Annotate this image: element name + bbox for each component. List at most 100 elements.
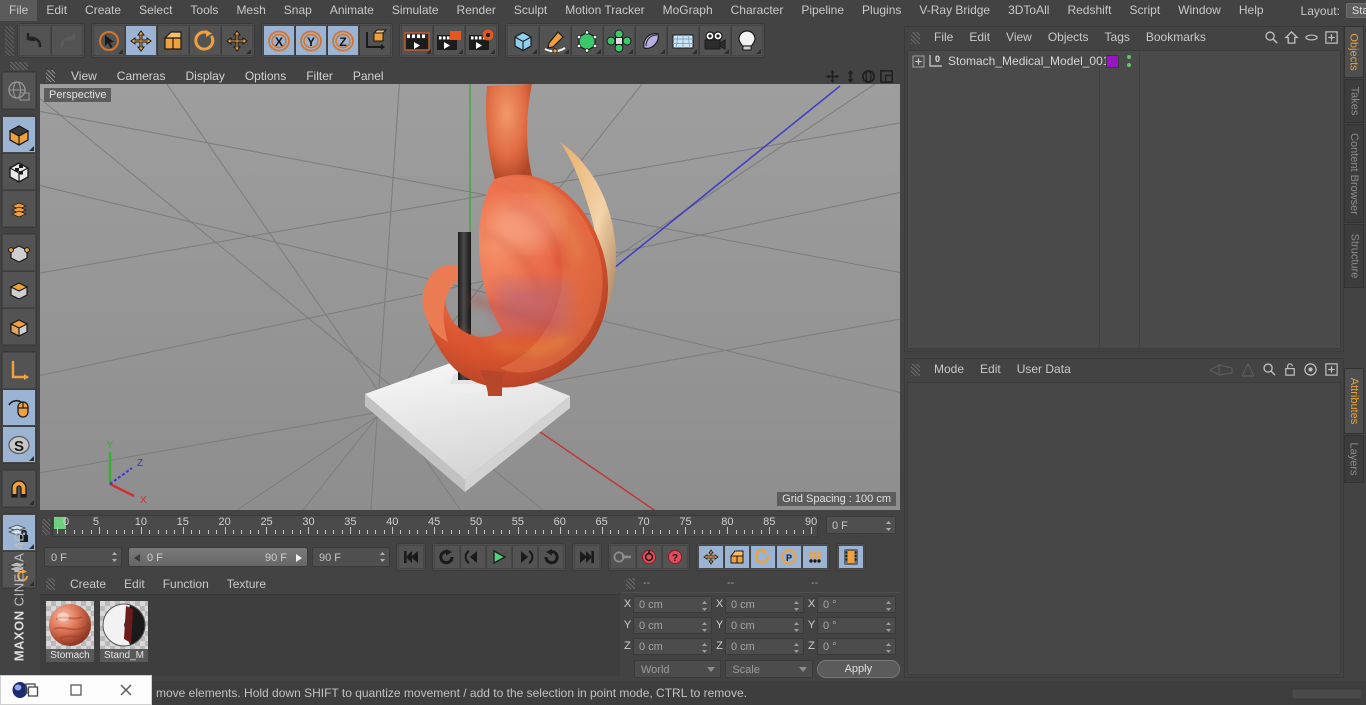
viewport-3d[interactable]: Y X Z Perspective Grid Spacing : 100 cm (40, 84, 900, 510)
menu-item-render[interactable]: Render (448, 0, 505, 21)
render-region-button[interactable] (433, 25, 465, 56)
play-forwards-loop-button[interactable] (538, 545, 564, 569)
viewport-menu-options[interactable]: Options (235, 66, 296, 86)
tab-objects[interactable]: Objects (1344, 26, 1364, 78)
size-x-input[interactable]: 0 cm (725, 595, 804, 613)
redo-button[interactable] (51, 25, 83, 56)
visibility-dots-icon[interactable] (1126, 54, 1132, 68)
object-mode-button[interactable] (2, 308, 36, 345)
object-manager-grip[interactable] (911, 31, 920, 44)
rotation-x-input[interactable]: 0 ° (817, 595, 896, 613)
move-button[interactable] (125, 25, 157, 56)
timeline-track[interactable]: 0 5 10 15 20 25 30 35 40 45 50 55 60 65 70 75 80 85 90 (52, 515, 818, 537)
menu-item-pipeline[interactable]: Pipeline (792, 0, 853, 21)
null-object-icon[interactable]: 0 (928, 54, 944, 68)
window-controls-popup[interactable] (0, 675, 152, 705)
coordinate-system-dropdown[interactable]: World (634, 660, 722, 678)
world-coordinate-button[interactable] (359, 25, 391, 56)
menu-item-file[interactable]: File (0, 0, 38, 21)
object-menu-objects[interactable]: Objects (1040, 27, 1097, 48)
menu-item-redshift[interactable]: Redshift (1058, 0, 1120, 21)
menu-item-help[interactable]: Help (1230, 0, 1273, 21)
stomach-material-preview[interactable] (46, 601, 94, 649)
back-nav-icon[interactable] (1208, 363, 1234, 377)
viewport-grip[interactable] (46, 70, 55, 82)
search-icon[interactable] (1264, 30, 1279, 45)
coordinate-mode-dropdown[interactable]: Scale (725, 660, 813, 678)
range-left-arrow-icon[interactable] (133, 553, 143, 563)
layout-select[interactable]: Startup (1345, 3, 1366, 18)
z-axis-button[interactable]: Z (327, 25, 359, 56)
record-key-button[interactable] (610, 545, 636, 569)
menu-item-character[interactable]: Character (722, 0, 793, 21)
spinner-icon[interactable] (793, 621, 800, 633)
undo-button[interactable] (19, 25, 51, 56)
position-z-input[interactable]: 0 cm (633, 637, 712, 655)
attribute-menu-user-data[interactable]: User Data (1009, 359, 1079, 380)
spinner-icon[interactable] (885, 621, 892, 633)
menu-item-snap[interactable]: Snap (275, 0, 321, 21)
make-editable-button[interactable] (2, 72, 36, 109)
menu-item-edit[interactable]: Edit (37, 0, 76, 21)
forward-nav-icon[interactable] (1240, 362, 1256, 377)
left-toolbar-grip[interactable] (10, 62, 28, 70)
viewport-menu-display[interactable]: Display (175, 66, 234, 86)
y-axis-button[interactable]: Y (295, 25, 327, 56)
maximize-view-icon[interactable] (879, 69, 894, 84)
go-to-start-button[interactable] (398, 545, 424, 569)
material-menu-function[interactable]: Function (154, 574, 218, 594)
position-x-input[interactable]: 0 cm (633, 595, 712, 613)
attribute-content[interactable] (907, 382, 1341, 675)
tab-takes[interactable]: Takes (1344, 79, 1364, 123)
material-list[interactable]: Stomach Stand_M (40, 594, 620, 676)
viewport-menu-view[interactable]: View (61, 66, 107, 86)
size-y-input[interactable]: 0 cm (725, 616, 804, 634)
material-menu-texture[interactable]: Texture (218, 574, 275, 594)
rotate-key-button[interactable] (750, 545, 776, 569)
expand-icon[interactable] (1324, 30, 1339, 45)
scale-button[interactable] (157, 25, 189, 56)
toolbar-grip[interactable] (5, 25, 14, 56)
spinner-icon[interactable] (885, 600, 892, 612)
material-manager-grip[interactable] (46, 578, 55, 590)
spinner-icon[interactable] (885, 642, 892, 654)
position-y-input[interactable]: 0 cm (633, 616, 712, 634)
menu-item-plugins[interactable]: Plugins (853, 0, 910, 21)
play-backwards-loop-button[interactable] (434, 545, 460, 569)
generator-button[interactable] (571, 25, 603, 56)
points-mode-button[interactable] (2, 190, 36, 227)
material-tag-swatch[interactable] (1106, 55, 1119, 68)
tab-content-browser[interactable]: Content Browser (1344, 124, 1364, 223)
minimize-button[interactable] (51, 675, 101, 705)
polygon-mode-button[interactable] (2, 271, 36, 308)
render-view-button[interactable] (401, 25, 433, 56)
coordinates-grip[interactable] (626, 577, 635, 589)
menu-item-script[interactable]: Script (1120, 0, 1169, 21)
spinner-icon[interactable] (885, 520, 892, 532)
rotate-view-icon[interactable] (861, 69, 876, 84)
ellipse-icon[interactable] (1304, 30, 1319, 45)
lock-icon[interactable] (1283, 362, 1297, 377)
scale-key-button[interactable] (724, 545, 750, 569)
menu-item-mograph[interactable]: MoGraph (654, 0, 722, 21)
attribute-manager-grip[interactable] (911, 363, 920, 376)
object-row[interactable]: 0 Stomach_Medical_Model_001 (908, 51, 1340, 71)
material-menu-create[interactable]: Create (61, 574, 115, 594)
material-item[interactable]: Stand_M (100, 601, 148, 676)
attribute-menu-mode[interactable]: Mode (926, 359, 972, 380)
expand-plus-icon[interactable] (912, 54, 925, 68)
soft-selection-button[interactable]: S (2, 426, 36, 463)
preview-range-slider[interactable]: 0 F 90 F (128, 547, 308, 567)
spline-pen-button[interactable] (539, 25, 571, 56)
timeline-grip[interactable] (42, 519, 50, 535)
camera-button[interactable] (699, 25, 731, 56)
object-menu-edit[interactable]: Edit (961, 27, 998, 48)
object-menu-bookmarks[interactable]: Bookmarks (1138, 27, 1214, 48)
tab-layers[interactable]: Layers (1344, 435, 1364, 483)
material-menu-edit[interactable]: Edit (115, 574, 154, 594)
menu-item-sculpt[interactable]: Sculpt (505, 0, 556, 21)
scene-floor-button[interactable] (667, 25, 699, 56)
menu-item-motion-tracker[interactable]: Motion Tracker (556, 0, 653, 21)
object-menu-view[interactable]: View (998, 27, 1040, 48)
menu-item-mesh[interactable]: Mesh (227, 0, 274, 21)
